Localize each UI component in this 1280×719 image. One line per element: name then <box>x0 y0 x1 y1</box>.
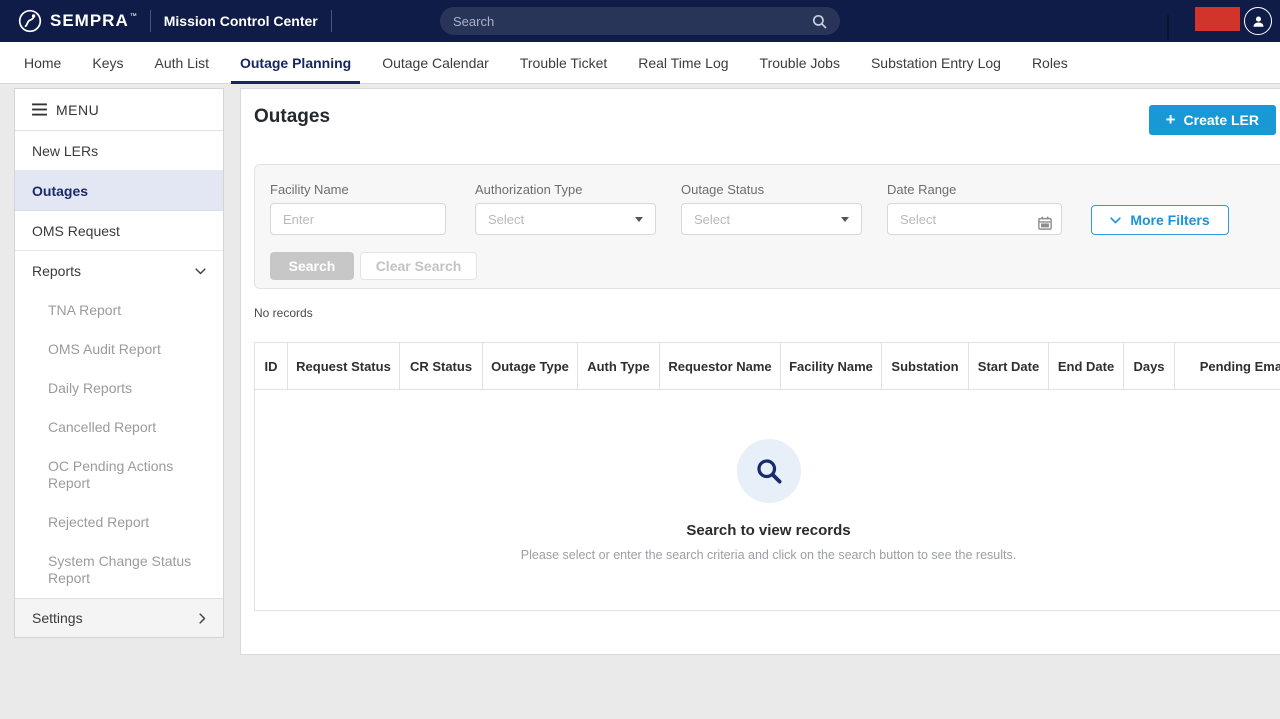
tab-real-time-log[interactable]: Real Time Log <box>629 42 737 83</box>
sidebar-item-new-lers[interactable]: New LERs <box>15 131 223 171</box>
date-range-field: Date Range <box>887 182 1062 235</box>
column-header-end-date[interactable]: End Date <box>1049 343 1124 389</box>
top-header-bar: SEMPRA ™ Mission Control Center <box>0 0 1280 42</box>
column-header-pending-email[interactable]: Pending Email <box>1175 343 1280 389</box>
sidebar-item-oms-request[interactable]: OMS Request <box>15 211 223 251</box>
sidebar-item-reports[interactable]: Reports <box>15 251 223 291</box>
empty-state: Search to view records Please select or … <box>255 439 1280 562</box>
header-divider <box>150 10 151 32</box>
header-separator <box>1167 15 1169 40</box>
sidebar-subitem-oms-audit-report[interactable]: OMS Audit Report <box>15 330 223 369</box>
more-filters-label: More Filters <box>1130 212 1209 228</box>
tab-trouble-jobs[interactable]: Trouble Jobs <box>751 42 849 83</box>
tab-keys[interactable]: Keys <box>83 42 132 83</box>
select-placeholder: Select <box>694 212 730 227</box>
tab-outage-planning[interactable]: Outage Planning <box>231 42 360 83</box>
user-name-redacted <box>1195 7 1240 31</box>
app-title: Mission Control Center <box>164 13 318 29</box>
global-search[interactable] <box>440 7 840 35</box>
main-content-card: Outages + Create LER Facility Name Autho… <box>240 88 1280 655</box>
results-table-header: ID Request Status CR Status Outage Type … <box>254 342 1280 390</box>
search-button[interactable]: Search <box>270 252 354 280</box>
empty-state-subtitle: Please select or enter the search criter… <box>255 548 1280 562</box>
brand-trademark: ™ <box>130 13 137 20</box>
sidebar-subitem-cancelled-report[interactable]: Cancelled Report <box>15 408 223 447</box>
authorization-type-field: Authorization Type Select <box>475 182 656 235</box>
outage-status-select[interactable]: Select <box>681 203 862 235</box>
page-title: Outages <box>254 106 330 128</box>
column-header-cr-status[interactable]: CR Status <box>400 343 483 389</box>
chevron-down-icon <box>1110 217 1121 224</box>
create-ler-button[interactable]: + Create LER <box>1149 105 1276 135</box>
sidebar-item-label: Reports <box>32 263 81 279</box>
sidebar-menu-toggle[interactable]: MENU <box>15 89 223 131</box>
calendar-icon[interactable] <box>1038 216 1052 230</box>
tab-home[interactable]: Home <box>15 42 70 83</box>
results-table-body: Search to view records Please select or … <box>254 390 1280 611</box>
user-menu-button[interactable] <box>1244 7 1272 35</box>
empty-state-title: Search to view records <box>255 522 1280 539</box>
plus-icon: + <box>1166 111 1176 128</box>
column-header-days[interactable]: Days <box>1124 343 1175 389</box>
sidebar-subitem-daily-reports[interactable]: Daily Reports <box>15 369 223 408</box>
outage-status-label: Outage Status <box>681 182 862 197</box>
chevron-right-icon <box>199 613 206 624</box>
tab-roles[interactable]: Roles <box>1023 42 1077 83</box>
global-search-input[interactable] <box>453 14 812 29</box>
sidebar-subitem-oc-pending-actions-report[interactable]: OC Pending Actions Report <box>15 447 223 503</box>
sidebar-subitem-rejected-report[interactable]: Rejected Report <box>15 503 223 542</box>
column-header-auth-type[interactable]: Auth Type <box>578 343 660 389</box>
facility-name-input[interactable] <box>270 203 446 235</box>
empty-state-icon-circle <box>737 439 801 503</box>
column-header-outage-type[interactable]: Outage Type <box>483 343 578 389</box>
search-icon[interactable] <box>812 14 827 29</box>
sidebar: MENU New LERs Outages OMS Request Report… <box>14 88 224 638</box>
more-filters-button[interactable]: More Filters <box>1091 205 1229 235</box>
caret-down-icon <box>635 217 643 222</box>
column-header-id[interactable]: ID <box>254 343 288 389</box>
chevron-down-icon <box>195 268 206 275</box>
tab-trouble-ticket[interactable]: Trouble Ticket <box>511 42 616 83</box>
tab-outage-calendar[interactable]: Outage Calendar <box>373 42 498 83</box>
search-icon <box>754 456 784 486</box>
sidebar-item-label: Settings <box>32 610 83 626</box>
brand-name: SEMPRA <box>50 11 129 31</box>
sidebar-item-label: Outages <box>32 183 88 199</box>
column-header-request-status[interactable]: Request Status <box>288 343 400 389</box>
sidebar-item-label: OMS Request <box>32 223 120 239</box>
facility-name-label: Facility Name <box>270 182 446 197</box>
create-ler-label: Create LER <box>1184 112 1259 128</box>
sidebar-subitem-tna-report[interactable]: TNA Report <box>15 291 223 330</box>
column-header-requestor-name[interactable]: Requestor Name <box>660 343 781 389</box>
header-divider <box>331 10 332 32</box>
column-header-start-date[interactable]: Start Date <box>969 343 1049 389</box>
outage-status-field: Outage Status Select <box>681 182 862 235</box>
sidebar-item-settings[interactable]: Settings <box>15 598 223 637</box>
facility-name-field: Facility Name <box>270 182 446 235</box>
sidebar-menu-label: MENU <box>56 102 99 118</box>
user-icon <box>1251 14 1266 29</box>
date-range-label: Date Range <box>887 182 1062 197</box>
brand-logo[interactable]: SEMPRA ™ <box>18 9 137 33</box>
tab-auth-list[interactable]: Auth List <box>145 42 217 83</box>
sempra-logo-icon <box>18 9 42 33</box>
tab-substation-entry-log[interactable]: Substation Entry Log <box>862 42 1010 83</box>
column-header-facility-name[interactable]: Facility Name <box>781 343 882 389</box>
date-range-input[interactable] <box>887 203 1062 235</box>
column-header-substation[interactable]: Substation <box>882 343 969 389</box>
authorization-type-label: Authorization Type <box>475 182 656 197</box>
clear-search-button[interactable]: Clear Search <box>360 252 477 280</box>
records-count-status: No records <box>254 306 313 320</box>
authorization-type-select[interactable]: Select <box>475 203 656 235</box>
sidebar-subitem-system-change-status-report[interactable]: System Change Status Report <box>15 542 223 598</box>
sidebar-item-outages[interactable]: Outages <box>15 171 223 211</box>
caret-down-icon <box>841 217 849 222</box>
hamburger-icon <box>32 103 47 116</box>
sidebar-item-label: New LERs <box>32 143 98 159</box>
select-placeholder: Select <box>488 212 524 227</box>
filter-panel: Facility Name Authorization Type Select … <box>254 164 1280 289</box>
main-nav-tabs: Home Keys Auth List Outage Planning Outa… <box>0 42 1280 84</box>
